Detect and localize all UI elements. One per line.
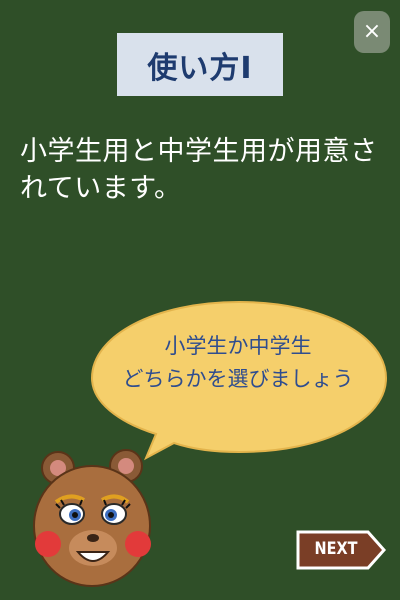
chalkboard-screen: × 使い方Ⅰ 小学生用と中学生用が用意されています。 小学生か中学生 どちらかを… xyxy=(0,0,400,600)
bear-mascot-icon xyxy=(33,449,151,587)
speech-bubble-line-2: どちらかを選びましょう xyxy=(122,367,354,391)
description-text: 小学生用と中学生用が用意されています。 xyxy=(20,136,378,204)
title-card: 使い方Ⅰ xyxy=(117,33,283,96)
next-button-label[interactable]: NEXT xyxy=(308,539,364,559)
speech-bubble-text: 小学生か中学生 どちらかを選びましょう xyxy=(90,330,386,396)
speech-bubble-line-1: 小学生か中学生 xyxy=(164,334,312,358)
page-title: 使い方Ⅰ xyxy=(147,50,253,86)
close-button[interactable]: × xyxy=(354,11,390,53)
close-icon[interactable]: × xyxy=(363,21,381,43)
